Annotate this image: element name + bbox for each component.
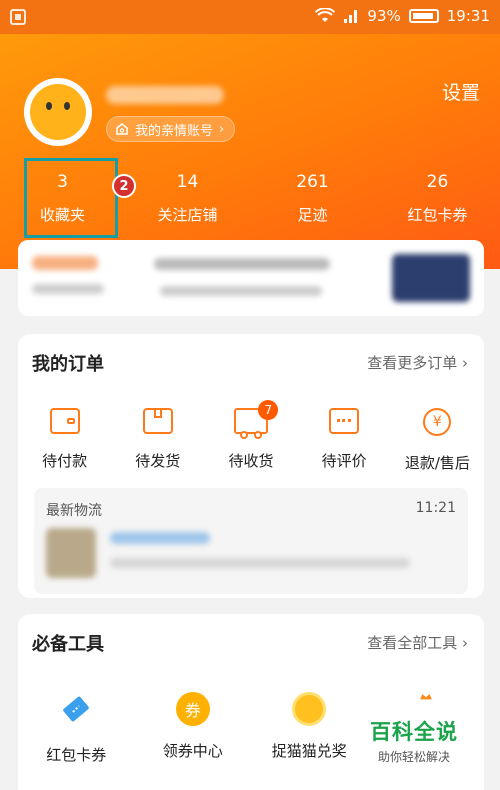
watermark-main: 百科全说	[370, 720, 458, 744]
ticket-icon	[63, 696, 90, 722]
promo-blur-3	[154, 258, 330, 270]
stat-label: 足迹	[297, 206, 328, 224]
stat-value: 14	[176, 172, 199, 192]
order-label: 待发货	[135, 452, 181, 470]
tool-label: 领券中心	[162, 742, 223, 760]
order-pending-review[interactable]: 待评价	[298, 408, 391, 473]
stat-label: 红包卡券	[407, 206, 468, 224]
view-all-orders-link[interactable]: 查看更多订单 ›	[367, 352, 468, 373]
tool-catch-cat[interactable]: 捉猫猫兑奖	[251, 692, 368, 765]
watermark-logo: 百科全说 助你轻松解决	[366, 716, 462, 765]
watermark-sub: 助你轻松解决	[377, 750, 450, 764]
logistics-title: 最新物流	[46, 503, 102, 519]
family-account-label: 我的亲情账号	[135, 123, 214, 139]
status-indicators: 93% 19:31	[315, 7, 490, 25]
avatar[interactable]	[24, 78, 92, 146]
stat-red-packets[interactable]: 26 红包卡券	[375, 168, 500, 232]
logistics-time: 11:21	[415, 500, 456, 516]
order-pending-shipment[interactable]: 待发货	[111, 408, 204, 473]
promo-blur-4	[160, 286, 322, 296]
crown-icon	[419, 694, 432, 700]
logistics-product-thumb	[46, 528, 96, 578]
wallet-icon	[49, 408, 80, 434]
logistics-status-blur	[110, 532, 210, 544]
stat-value: 261	[296, 172, 329, 192]
order-label: 待收货	[228, 452, 274, 470]
pending-receipt-count-badge: 7	[258, 400, 279, 420]
chevron-right-icon: ›	[219, 121, 225, 137]
orders-card: 我的订单 查看更多订单 › 待付款 待发货 7 待收货 待评价 ¥ 退款/售后 …	[18, 334, 484, 598]
tool-coupon-center[interactable]: 券 领券中心	[135, 692, 252, 765]
comment-icon	[329, 408, 360, 434]
order-label: 待付款	[42, 452, 88, 470]
stat-footprints[interactable]: 261 足迹	[250, 168, 375, 232]
refund-icon: ¥	[423, 408, 452, 436]
clock: 19:31	[446, 7, 490, 25]
tools-title: 必备工具	[32, 634, 104, 655]
coupon-icon: 券	[175, 692, 210, 726]
promo-blur-1	[32, 256, 98, 270]
battery-percent: 93%	[367, 7, 401, 25]
tool-red-packet[interactable]: 红包卡券	[18, 692, 135, 765]
home-shield-icon	[116, 123, 128, 135]
profile-header: 我的亲情账号 › 设置 3 收藏夹 14 关注店铺 261 足迹 26 红包卡券…	[0, 34, 500, 269]
order-label: 退款/售后	[404, 454, 470, 472]
order-pending-payment[interactable]: 待付款	[18, 408, 111, 473]
package-icon	[142, 408, 173, 434]
username-blurred	[106, 86, 224, 104]
promo-blur-2	[32, 284, 104, 294]
tool-label: 捉猫猫兑奖	[271, 742, 347, 760]
cat-coin-icon	[292, 692, 327, 726]
notification-icon	[10, 9, 26, 25]
status-bar: 93% 19:31	[0, 0, 500, 34]
wifi-icon	[315, 8, 336, 22]
stat-value: 26	[426, 172, 449, 192]
order-label: 待评价	[321, 452, 367, 470]
stat-label: 关注店铺	[157, 206, 218, 224]
step-number-badge: 2	[112, 174, 136, 198]
stat-followed-shops[interactable]: 14 关注店铺	[125, 168, 250, 232]
latest-logistics-panel[interactable]: 最新物流 11:21	[34, 488, 468, 594]
settings-button[interactable]: 设置	[442, 78, 480, 105]
orders-title: 我的订单	[32, 354, 104, 375]
order-status-row: 待付款 待发货 7 待收货 待评价 ¥ 退款/售后	[18, 400, 484, 473]
family-account-button[interactable]: 我的亲情账号 ›	[106, 116, 236, 142]
view-all-tools-link[interactable]: 查看全部工具 ›	[367, 632, 468, 653]
promo-banner[interactable]	[18, 240, 484, 316]
order-refund-aftersales[interactable]: ¥ 退款/售后	[391, 408, 484, 473]
signal-icon	[344, 10, 358, 23]
promo-image	[392, 254, 470, 302]
avatar-mascot-icon	[30, 84, 86, 140]
battery-icon	[408, 9, 439, 23]
favorites-highlight-box	[24, 158, 118, 238]
order-pending-receipt[interactable]: 7 待收货	[204, 400, 297, 473]
logistics-detail-blur	[110, 558, 410, 568]
tool-label: 红包卡券	[46, 746, 107, 764]
